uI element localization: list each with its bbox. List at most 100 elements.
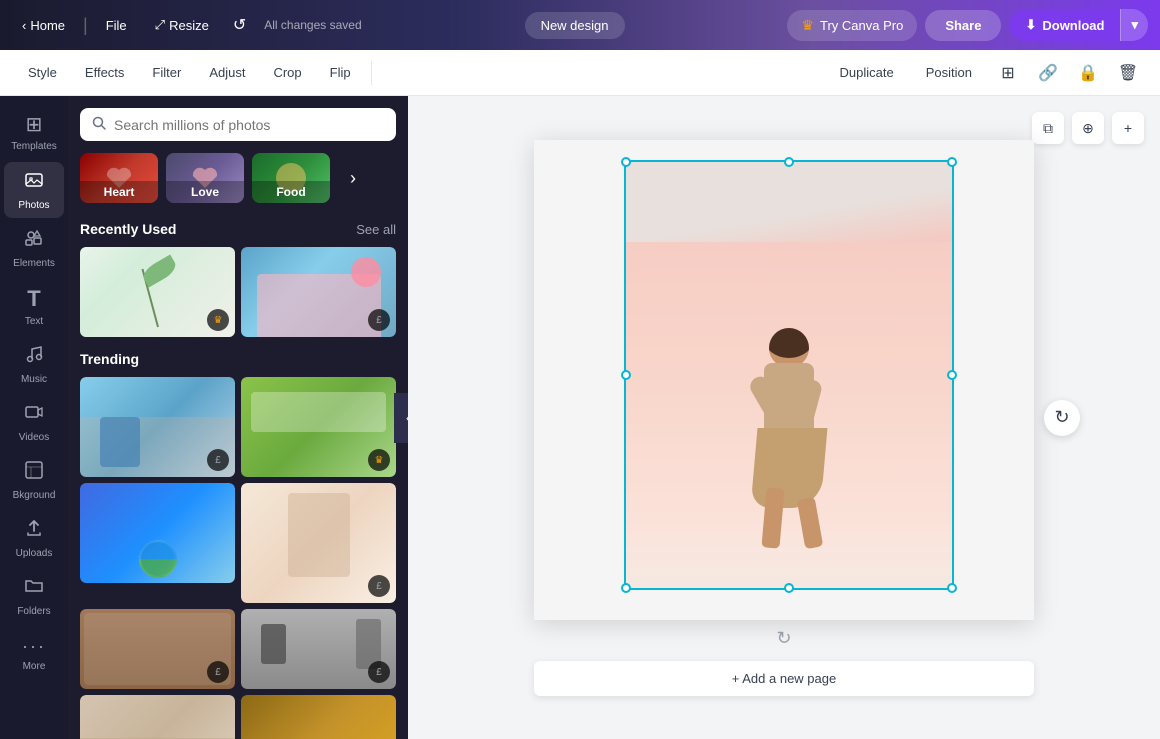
more-photos-grid: £ £ <box>80 695 396 739</box>
crop-button[interactable]: Crop <box>261 59 313 86</box>
new-design-button[interactable]: New design <box>525 12 625 39</box>
crown-icon: ♛ <box>801 17 814 34</box>
photos-panel: Heart Love Food › Recently Used S <box>68 96 408 739</box>
photo-badge-1: ♛ <box>207 309 229 331</box>
sidebar-item-uploads[interactable]: Uploads <box>4 510 64 566</box>
resize-button[interactable]: ⤢ Resize <box>145 11 219 39</box>
chip-heart[interactable]: Heart <box>80 153 158 203</box>
search-bar <box>80 108 396 141</box>
chip-love[interactable]: Love <box>166 153 244 203</box>
see-all-recently-used[interactable]: See all <box>356 222 396 237</box>
chip-food[interactable]: Food <box>252 153 330 203</box>
canvas-duplicate-button[interactable]: ⊕ <box>1072 112 1104 144</box>
trending-badge-5: £ <box>207 661 229 683</box>
sidebar-item-templates[interactable]: ⊞ Templates <box>4 104 64 160</box>
position-button[interactable]: Position <box>914 59 984 86</box>
trending-photo-3[interactable] <box>80 483 235 583</box>
flip-button[interactable]: Flip <box>318 59 363 86</box>
photo-badge-2: £ <box>368 309 390 331</box>
chip-more-button[interactable]: › <box>338 153 368 203</box>
download-dropdown-caret[interactable]: ▾ <box>1120 9 1148 41</box>
recently-used-header: Recently Used See all <box>80 221 396 237</box>
main-layout: ⊞ Templates Photos El <box>0 96 1160 739</box>
more-photo-1[interactable] <box>80 695 235 739</box>
resize-handle-tr[interactable] <box>947 157 957 167</box>
recently-used-grid: ♛ £ <box>80 247 396 337</box>
videos-icon <box>24 402 44 428</box>
trending-badge-1: £ <box>207 449 229 471</box>
recent-photo-2[interactable]: £ <box>241 247 396 337</box>
sidebar-item-videos[interactable]: Videos <box>4 394 64 450</box>
sidebar-item-photos[interactable]: Photos <box>4 162 64 218</box>
resize-handle-bm[interactable] <box>784 583 794 593</box>
canvas-selected-image[interactable] <box>624 160 954 590</box>
download-button[interactable]: ⬇ Download ▾ <box>1009 9 1148 41</box>
hide-panel-button[interactable]: ‹ <box>394 393 408 443</box>
trending-badge-6: £ <box>368 661 390 683</box>
resize-handle-bl[interactable] <box>621 583 631 593</box>
sidebar-item-background[interactable]: Bkground <box>4 452 64 508</box>
trending-badge-4: £ <box>368 575 390 597</box>
file-menu[interactable]: File <box>96 12 137 39</box>
search-input[interactable] <box>114 117 384 133</box>
add-page-button[interactable]: + Add a new page <box>534 661 1034 696</box>
effects-button[interactable]: Effects <box>73 59 137 86</box>
resize-icon: ⤢ <box>155 17 165 33</box>
sidebar-item-elements[interactable]: Elements <box>4 220 64 276</box>
canvas-page[interactable] <box>534 140 1034 620</box>
rotate-handle[interactable]: ↻ <box>1044 400 1080 436</box>
text-icon: T <box>27 286 40 312</box>
lock-button[interactable]: 🔒 <box>1072 57 1104 89</box>
nav-center: New design <box>370 12 780 39</box>
photos-icon <box>24 170 44 196</box>
delete-button[interactable]: 🗑 <box>1112 57 1144 89</box>
trending-photo-6[interactable]: £ <box>241 609 396 689</box>
trending-photo-4[interactable]: £ <box>241 483 396 603</box>
more-icon: ··· <box>22 636 46 657</box>
resize-handle-lm[interactable] <box>621 370 631 380</box>
nav-separator: | <box>83 15 88 36</box>
folders-icon <box>24 576 44 602</box>
trending-photo-1[interactable]: £ <box>80 377 235 477</box>
filter-button[interactable]: Filter <box>140 59 193 86</box>
trending-title: Trending <box>80 351 139 367</box>
trending-badge-2: ♛ <box>368 449 390 471</box>
sidebar-item-folders[interactable]: Folders <box>4 568 64 624</box>
more-photos-section: £ £ <box>80 695 396 739</box>
canvas-area: ⧉ ⊕ + <box>408 96 1160 739</box>
trending-grid: £ ♛ £ <box>80 377 396 689</box>
toolbar-separator <box>371 61 372 85</box>
style-button[interactable]: Style <box>16 59 69 86</box>
sidebar-item-more[interactable]: ··· More <box>4 626 64 682</box>
trending-photo-5[interactable]: £ <box>80 609 235 689</box>
canvas-refresh-icon[interactable]: ↻ <box>776 628 791 649</box>
templates-icon: ⊞ <box>26 112 43 137</box>
canvas-add-button[interactable]: + <box>1112 112 1144 144</box>
editing-toolbar: Style Effects Filter Adjust Crop Flip Du… <box>0 50 1160 96</box>
chevron-left-icon: ‹ <box>22 18 26 33</box>
share-button[interactable]: Share <box>925 10 1001 41</box>
adjust-button[interactable]: Adjust <box>197 59 257 86</box>
trending-photo-2[interactable]: ♛ <box>241 377 396 477</box>
try-canva-pro-button[interactable]: ♛ Try Canva Pro <box>787 10 917 41</box>
canvas-top-tools: ⧉ ⊕ + <box>1032 112 1144 144</box>
resize-handle-br[interactable] <box>947 583 957 593</box>
duplicate-button[interactable]: Duplicate <box>828 59 906 86</box>
elements-icon <box>24 228 44 254</box>
resize-handle-tl[interactable] <box>621 157 631 167</box>
canvas-copy-button[interactable]: ⧉ <box>1032 112 1064 144</box>
download-main-action[interactable]: ⬇ Download <box>1009 9 1120 41</box>
home-button[interactable]: ‹ Home <box>12 12 75 39</box>
undo-button[interactable]: ↺ <box>227 9 252 41</box>
sidebar-item-music[interactable]: Music <box>4 336 64 392</box>
grid-view-button[interactable]: ⊞ <box>992 57 1024 89</box>
sidebar: ⊞ Templates Photos El <box>0 96 68 739</box>
link-button[interactable]: 🔗 <box>1032 57 1064 89</box>
figure-background <box>626 162 952 588</box>
sidebar-item-text[interactable]: T Text <box>4 278 64 334</box>
more-photo-2[interactable]: £ <box>241 695 396 739</box>
resize-handle-tm[interactable] <box>784 157 794 167</box>
recent-photo-1[interactable]: ♛ <box>80 247 235 337</box>
resize-handle-rm[interactable] <box>947 370 957 380</box>
category-chips: Heart Love Food › <box>80 153 396 207</box>
